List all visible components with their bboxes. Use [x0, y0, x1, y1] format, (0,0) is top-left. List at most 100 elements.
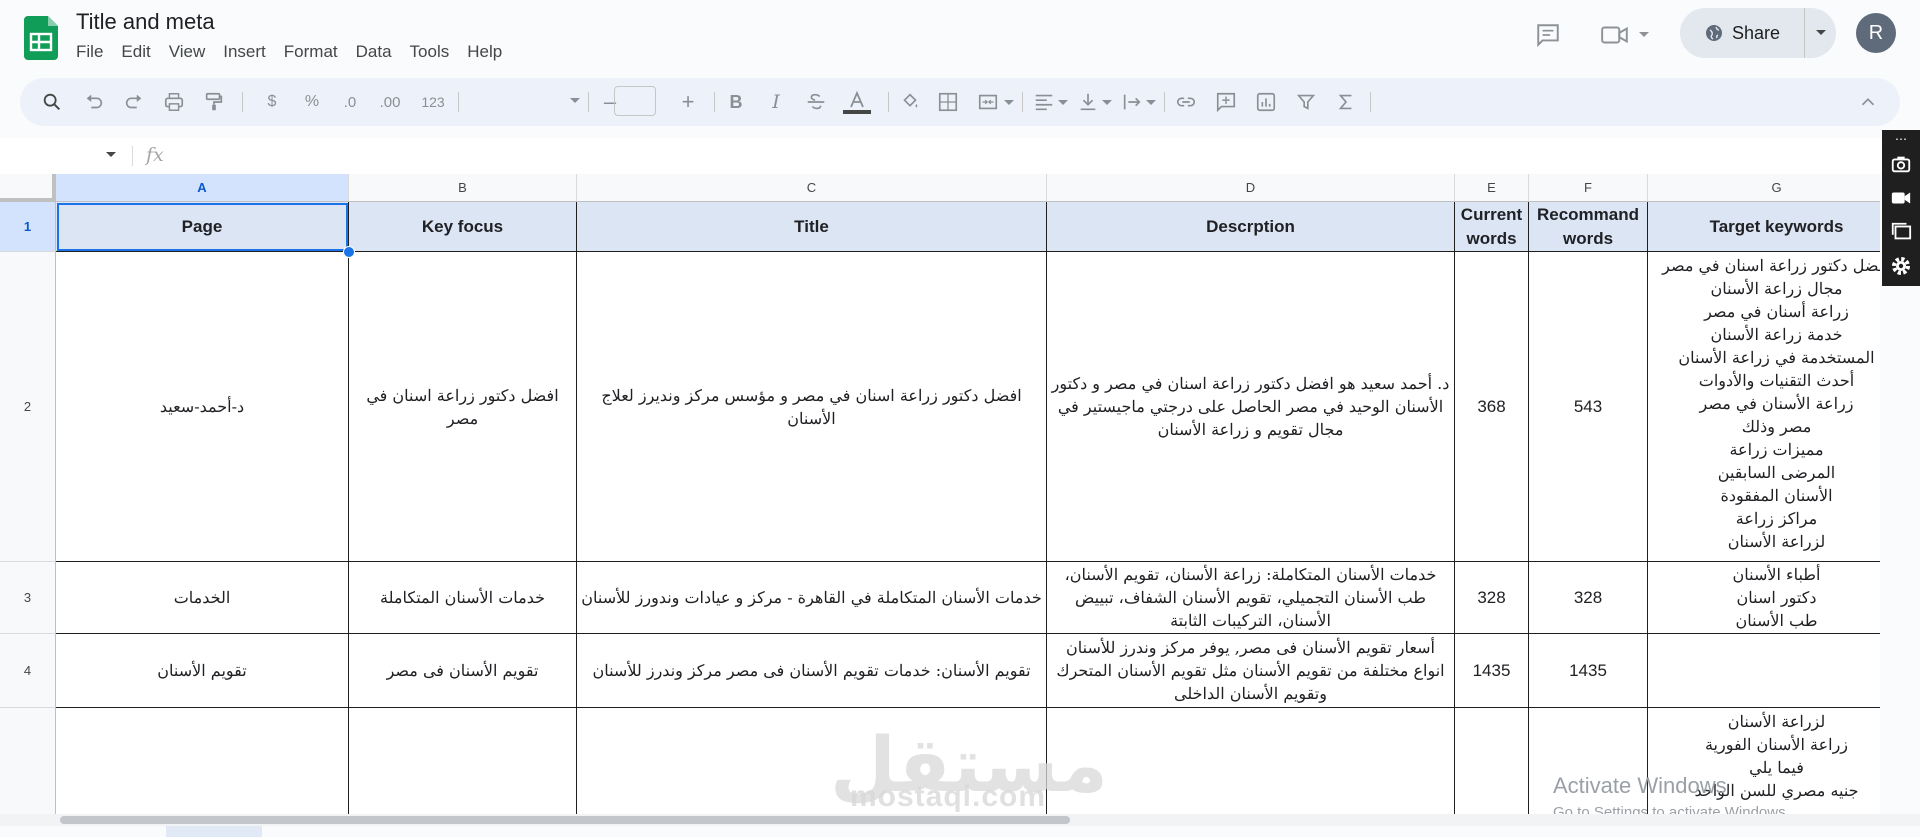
cell-a5[interactable]: [56, 708, 349, 814]
name-box-dropdown-icon[interactable]: [106, 152, 116, 158]
cell-header-target-keywords[interactable]: Target keywords: [1648, 202, 1880, 252]
italic-button[interactable]: I: [764, 90, 788, 114]
video-record-icon[interactable]: [1889, 186, 1913, 210]
column-header-a[interactable]: A: [56, 174, 349, 202]
cell-c2[interactable]: افضل دكتور زراعة اسنان في مصر و مؤسس مرك…: [577, 252, 1047, 562]
column-header-c[interactable]: C: [577, 174, 1047, 202]
menu-tools[interactable]: Tools: [410, 42, 459, 62]
cell-f2[interactable]: 543: [1529, 252, 1648, 562]
print-icon[interactable]: [162, 90, 186, 114]
cell-header-description[interactable]: Descrption: [1047, 202, 1455, 252]
menu-data[interactable]: Data: [356, 42, 401, 62]
vertical-align-icon[interactable]: [1076, 90, 1100, 114]
cell-header-title[interactable]: Title: [577, 202, 1047, 252]
menu-edit[interactable]: Edit: [121, 42, 159, 62]
functions-icon[interactable]: [1334, 90, 1358, 114]
merge-dropdown-icon[interactable]: [1004, 100, 1014, 106]
horizontal-scrollbar-thumb[interactable]: [60, 816, 1070, 824]
name-box[interactable]: [0, 138, 126, 174]
comments-icon[interactable]: [1535, 22, 1561, 48]
cell-e2[interactable]: 368: [1455, 252, 1529, 562]
cell-d3[interactable]: خدمات الأسنان المتكاملة: زراعة الأسنان، …: [1047, 562, 1455, 634]
cell-b4[interactable]: تقويم الأسنان فى مصر: [349, 634, 577, 708]
percent-format-button[interactable]: %: [300, 90, 324, 114]
cell-a3[interactable]: الخدمات: [56, 562, 349, 634]
cell-d2[interactable]: د. أحمد سعيد هو افضل دكتور زراعة اسنان ف…: [1047, 252, 1455, 562]
menu-view[interactable]: View: [169, 42, 215, 62]
screens-icon[interactable]: [1889, 220, 1913, 244]
insert-chart-icon[interactable]: [1254, 90, 1278, 114]
fill-color-icon[interactable]: [898, 90, 922, 114]
document-title[interactable]: Title and meta: [76, 9, 215, 35]
horizontal-scrollbar[interactable]: [0, 814, 1920, 826]
paint-format-icon[interactable]: [202, 90, 226, 114]
search-menus-icon[interactable]: [40, 90, 64, 114]
row-header-2[interactable]: 2: [0, 252, 56, 562]
currency-format-button[interactable]: $: [260, 90, 284, 114]
column-header-e[interactable]: E: [1455, 174, 1529, 202]
row-header-5[interactable]: [0, 708, 56, 814]
cell-header-key-focus[interactable]: Key focus: [349, 202, 577, 252]
menu-file[interactable]: File: [76, 42, 112, 62]
cell-a4[interactable]: تقويم الأسنان: [56, 634, 349, 708]
cell-header-recommand-words[interactable]: Recommand words: [1529, 202, 1648, 252]
column-header-g[interactable]: G: [1648, 174, 1880, 202]
font-size-input[interactable]: [614, 86, 656, 116]
horizontal-align-icon[interactable]: [1032, 90, 1056, 114]
column-header-d[interactable]: D: [1047, 174, 1455, 202]
cell-b3[interactable]: خدمات الأسنان المتكاملة: [349, 562, 577, 634]
increase-font-size-button[interactable]: +: [676, 89, 700, 114]
column-header-f[interactable]: F: [1529, 174, 1648, 202]
menu-format[interactable]: Format: [284, 42, 347, 62]
cell-header-current-words[interactable]: Current words: [1455, 202, 1529, 252]
account-avatar[interactable]: R: [1856, 13, 1896, 53]
extension-more-icon[interactable]: ⋯: [1889, 132, 1913, 146]
text-wrapping-icon[interactable]: [1120, 90, 1144, 114]
row-header-4[interactable]: 4: [0, 634, 56, 708]
cell-f4[interactable]: 1435: [1529, 634, 1648, 708]
column-header-b[interactable]: B: [349, 174, 577, 202]
cell-c4[interactable]: تقويم الأسنان: خدمات تقويم الأسنان فى مص…: [577, 634, 1047, 708]
font-family-select[interactable]: [470, 88, 580, 116]
cell-d5[interactable]: [1047, 708, 1455, 814]
collapse-toolbar-icon[interactable]: [1856, 90, 1880, 114]
align-dropdown-icon[interactable]: [1058, 100, 1068, 106]
merge-cells-icon[interactable]: [976, 90, 1000, 114]
cell-b5[interactable]: [349, 708, 577, 814]
filter-icon[interactable]: [1294, 90, 1318, 114]
cell-e5[interactable]: [1455, 708, 1529, 814]
cell-g4[interactable]: [1648, 634, 1880, 708]
bold-button[interactable]: B: [724, 90, 748, 114]
strikethrough-icon[interactable]: [804, 90, 828, 114]
undo-icon[interactable]: [82, 90, 106, 114]
decrease-decimal-button[interactable]: .0: [338, 90, 362, 114]
cell-c3[interactable]: خدمات الأسنان المتكاملة في القاهرة - مرك…: [577, 562, 1047, 634]
cell-g3[interactable]: أطباء الأسنان دكتور اسنان طب الأسنان: [1648, 562, 1880, 634]
select-all-corner[interactable]: [0, 174, 56, 202]
redo-icon[interactable]: [122, 90, 146, 114]
cell-header-page[interactable]: Page: [56, 202, 349, 252]
cell-g2[interactable]: افضل دكتور زراعة اسنان في مصر مجال زراعة …: [1648, 252, 1880, 562]
fill-handle[interactable]: [343, 246, 355, 258]
row-header-3[interactable]: 3: [0, 562, 56, 634]
cell-e3[interactable]: 328: [1455, 562, 1529, 634]
menu-help[interactable]: Help: [467, 42, 511, 62]
cell-b2[interactable]: افضل دكتور زراعة اسنان في مصر: [349, 252, 577, 562]
valign-dropdown-icon[interactable]: [1102, 100, 1112, 106]
formula-input[interactable]: [180, 144, 1860, 168]
cell-f3[interactable]: 328: [1529, 562, 1648, 634]
cell-a2[interactable]: د-أحمد-سعيد: [56, 252, 349, 562]
more-formats-button[interactable]: 123: [418, 90, 448, 114]
wrap-dropdown-icon[interactable]: [1146, 100, 1156, 106]
share-button[interactable]: Share: [1680, 8, 1804, 58]
cell-d4[interactable]: أسعار تقويم الأسنان فى مصر, يوفر مركز ون…: [1047, 634, 1455, 708]
meet-dropdown-icon[interactable]: [1638, 30, 1650, 40]
borders-icon[interactable]: [936, 90, 960, 114]
camera-icon[interactable]: [1889, 152, 1913, 176]
increase-decimal-button[interactable]: .00: [378, 90, 402, 114]
sheets-logo-icon[interactable]: [24, 16, 58, 60]
cell-e4[interactable]: 1435: [1455, 634, 1529, 708]
meet-video-icon[interactable]: [1600, 22, 1630, 48]
insert-link-icon[interactable]: [1174, 90, 1198, 114]
gear-icon[interactable]: [1889, 254, 1913, 278]
